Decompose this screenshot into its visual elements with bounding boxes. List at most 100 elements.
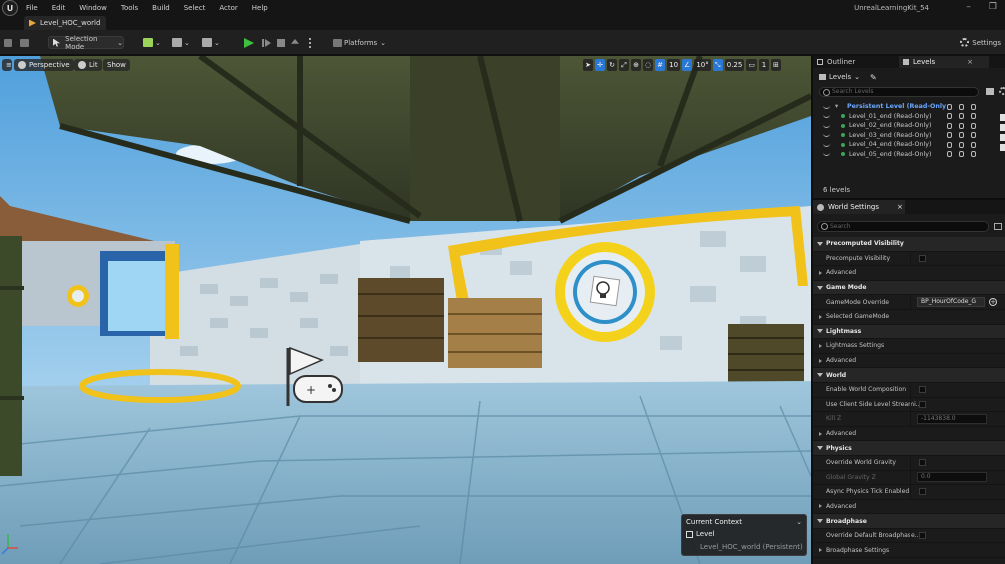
platforms-dropdown[interactable]: Platforms ⌄ <box>333 36 386 49</box>
column-divider[interactable] <box>910 295 911 309</box>
lit-dropdown[interactable]: Lit <box>74 59 102 71</box>
expand-arrow-icon[interactable]: ▾ <box>835 103 838 110</box>
move-icon[interactable] <box>971 103 976 110</box>
collapsed-arrow-icon[interactable] <box>819 314 822 319</box>
property-category[interactable]: World <box>813 368 1005 383</box>
levels-search-input[interactable]: Search Levels <box>819 87 979 97</box>
move-icon[interactable] <box>971 132 976 139</box>
lock-icon[interactable] <box>959 151 964 158</box>
collapsed-arrow-icon[interactable] <box>819 358 822 363</box>
expand-arrow-icon[interactable] <box>817 241 823 246</box>
camera-speed-value[interactable]: 1 <box>758 59 769 71</box>
minimize-button[interactable]: – <box>966 2 971 12</box>
grid-snap-icon[interactable]: # <box>655 59 666 71</box>
property-value-field[interactable]: -1143838.0 <box>917 413 987 424</box>
gear-icon[interactable] <box>999 87 1005 95</box>
collapsed-arrow-icon[interactable] <box>819 504 822 509</box>
rotation-snap-icon[interactable]: ∠ <box>682 59 693 71</box>
expand-arrow-icon[interactable] <box>817 446 823 451</box>
levels-dropdown[interactable]: Levels ⌄ ✎ <box>819 71 877 83</box>
property-subgroup[interactable]: Advanced <box>813 354 1005 369</box>
close-icon[interactable]: × <box>897 203 903 211</box>
column-divider[interactable] <box>910 485 911 499</box>
menu-file[interactable]: File <box>26 4 38 12</box>
column-divider[interactable] <box>910 455 911 470</box>
save-icon[interactable] <box>4 36 14 49</box>
lock-icon[interactable] <box>959 141 964 148</box>
stop-icon[interactable] <box>277 39 285 47</box>
cinematics-icon[interactable]: ⌄ <box>202 36 220 49</box>
lightbulb-icon[interactable] <box>947 113 952 120</box>
eye-icon[interactable] <box>823 152 830 157</box>
level-row-persistent[interactable]: ▾ Persistent Level (Read-Only <box>823 102 1005 112</box>
move-icon[interactable] <box>971 113 976 120</box>
viewport-menu-button[interactable]: ≡ <box>2 59 12 71</box>
scale-snap-icon[interactable]: ⤡ <box>712 59 723 71</box>
lightbulb-icon[interactable] <box>947 122 952 129</box>
column-divider[interactable] <box>910 528 911 543</box>
property-row[interactable]: Override World Gravity <box>813 455 1005 471</box>
property-row[interactable]: Use Client Side Level Streami... <box>813 397 1005 413</box>
property-category[interactable]: Broadphase <box>813 514 1005 529</box>
expand-arrow-icon[interactable] <box>817 519 823 524</box>
property-checkbox[interactable] <box>919 254 926 262</box>
menu-build[interactable]: Build <box>152 4 170 12</box>
property-checkbox[interactable] <box>919 400 926 408</box>
property-subgroup[interactable]: Lightmass Settings <box>813 339 1005 354</box>
column-divider[interactable] <box>910 412 911 426</box>
menu-actor[interactable]: Actor <box>219 4 237 12</box>
camera-speed-icon[interactable]: ▭ <box>746 59 757 71</box>
menu-tools[interactable]: Tools <box>121 4 138 12</box>
eye-icon[interactable] <box>823 143 830 147</box>
property-subgroup[interactable]: Selected GameMode <box>813 310 1005 325</box>
rotate-icon[interactable]: ↻ <box>607 59 617 71</box>
property-checkbox[interactable] <box>919 532 926 540</box>
scale-icon[interactable]: ⤢ <box>619 59 629 71</box>
current-context-panel[interactable]: Current Context ⌄ Level Level_HOC_world … <box>681 514 807 556</box>
settings-button[interactable]: Settings <box>960 36 1001 49</box>
tab-outliner[interactable]: Outliner <box>813 56 899 68</box>
column-divider[interactable] <box>910 470 911 485</box>
eye-icon[interactable] <box>823 124 830 128</box>
property-row[interactable]: Precompute Visibility <box>813 251 1005 267</box>
lock-icon[interactable] <box>959 122 964 129</box>
tab-world-settings[interactable]: World Settings × <box>813 200 905 214</box>
property-category[interactable]: Game Mode <box>813 280 1005 296</box>
lightbulb-icon[interactable] <box>947 151 952 158</box>
level-row[interactable]: Level_03_end (Read-Only) <box>823 131 1005 141</box>
restore-button[interactable]: ❐ <box>989 2 997 12</box>
level-row[interactable]: Level_01_end (Read-Only) <box>823 112 1005 122</box>
eject-icon[interactable] <box>291 39 299 44</box>
collapsed-arrow-icon[interactable] <box>819 270 822 275</box>
collapsed-arrow-icon[interactable] <box>819 431 822 436</box>
collapsed-arrow-icon[interactable] <box>819 343 822 348</box>
eye-icon[interactable] <box>823 114 830 119</box>
property-row[interactable]: Override Default Broadphase... <box>813 528 1005 544</box>
column-divider[interactable] <box>910 382 911 397</box>
lock-icon[interactable] <box>959 132 964 139</box>
tab-levels[interactable]: Levels × <box>899 56 989 68</box>
more-options-icon[interactable] <box>309 38 311 48</box>
move-icon[interactable] <box>971 151 976 158</box>
content-browser-icon[interactable] <box>20 36 31 49</box>
eye-icon[interactable] <box>823 133 830 138</box>
column-divider[interactable] <box>910 397 911 412</box>
property-subgroup[interactable]: Advanced <box>813 427 1005 442</box>
menu-select[interactable]: Select <box>184 4 206 12</box>
chevron-down-icon[interactable]: ⌄ <box>796 518 802 526</box>
lock-icon[interactable] <box>959 103 964 110</box>
maximize-viewport-icon[interactable]: ⊞ <box>770 59 781 71</box>
property-checkbox[interactable] <box>919 488 926 496</box>
property-row[interactable]: Global Gravity Z 0.0 <box>813 470 1005 486</box>
skip-forward-icon[interactable] <box>262 39 270 47</box>
details-search-input[interactable]: Search <box>817 221 989 232</box>
property-category[interactable]: Physics <box>813 441 1005 456</box>
menu-edit[interactable]: Edit <box>52 4 66 12</box>
level-row[interactable]: Level_05_end (Read-Only) <box>823 150 1005 160</box>
eye-icon[interactable] <box>823 105 830 109</box>
lock-icon[interactable] <box>959 113 964 120</box>
pencil-icon[interactable]: ✎ <box>870 73 877 82</box>
move-icon[interactable] <box>971 141 976 148</box>
expand-arrow-icon[interactable] <box>817 373 823 378</box>
tab-level-hoc-world[interactable]: Level_HOC_world <box>24 16 106 30</box>
